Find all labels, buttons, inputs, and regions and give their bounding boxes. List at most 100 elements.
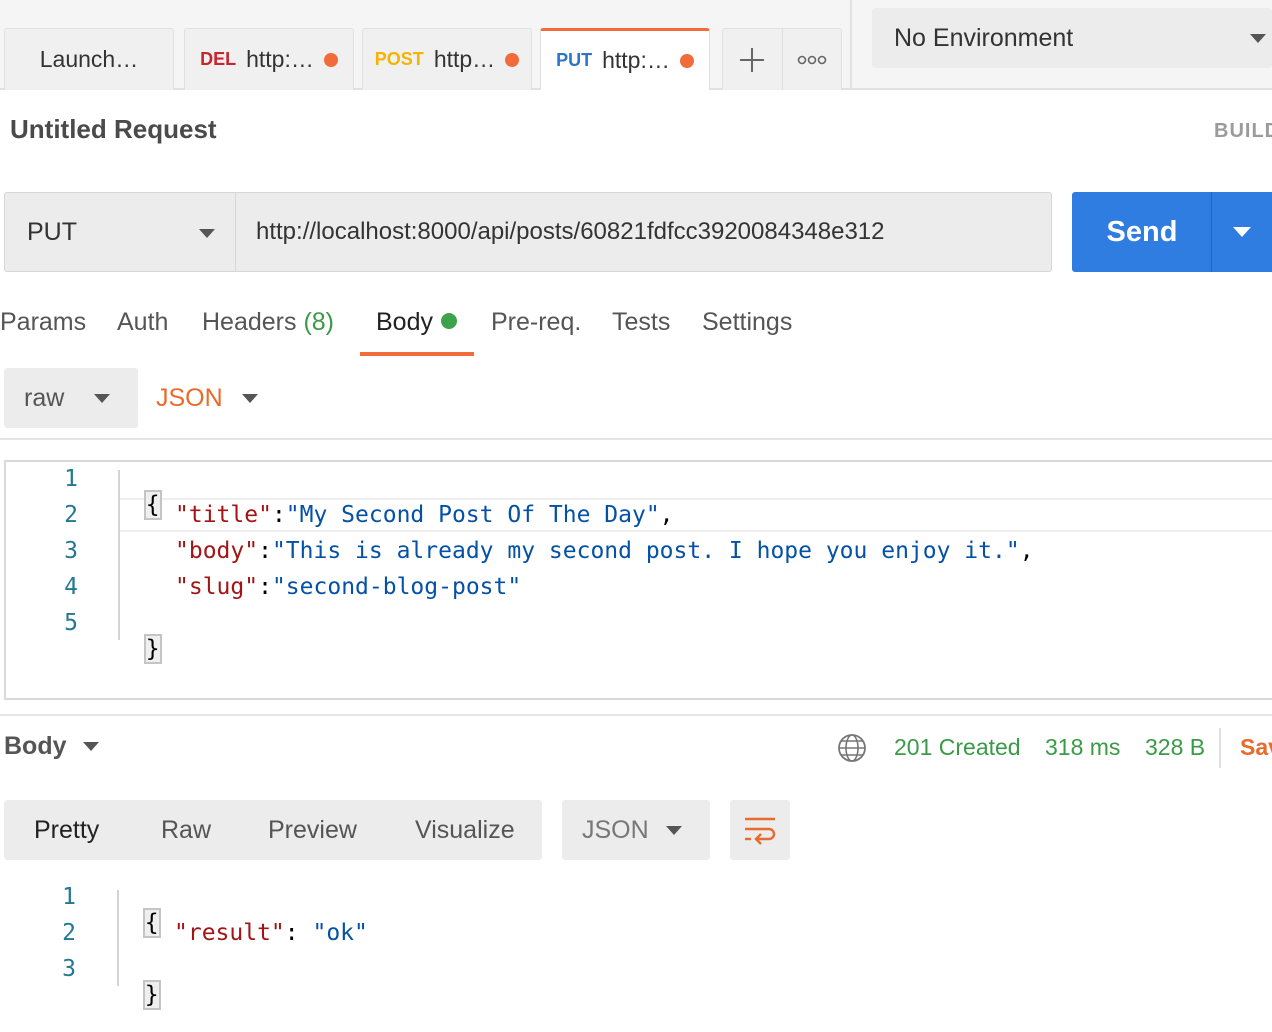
json-brace: } xyxy=(142,980,161,1010)
response-section-select[interactable]: Body xyxy=(4,732,99,761)
tab-body[interactable]: Body xyxy=(376,308,457,337)
line-number: 3 xyxy=(62,956,76,982)
tab-body-label: Body xyxy=(376,308,433,336)
line-number: 4 xyxy=(64,574,78,600)
json-comma: , xyxy=(1019,538,1034,564)
code-line: { xyxy=(118,466,162,520)
tab-launchpad[interactable]: Launch… xyxy=(4,28,174,90)
line-number: 5 xyxy=(64,610,78,636)
code-line: "title":"My Second Post Of The Day", xyxy=(175,502,674,528)
json-colon: : xyxy=(271,502,286,528)
url-input[interactable] xyxy=(235,192,1052,272)
build-mode-toggle[interactable]: BUILD xyxy=(1214,120,1272,143)
request-title[interactable]: Untitled Request xyxy=(10,114,217,145)
tab-delete-request[interactable]: DEL http:… xyxy=(184,28,354,90)
globe-icon[interactable] xyxy=(836,732,868,764)
send-options-button[interactable] xyxy=(1211,192,1272,272)
ellipsis-icon xyxy=(797,55,827,64)
http-method-value: PUT xyxy=(27,217,77,246)
code-line: "slug":"second-blog-post" xyxy=(175,574,521,600)
json-key: "result" xyxy=(174,920,285,946)
chevron-down-icon xyxy=(242,394,258,403)
tab-method-badge: DEL xyxy=(200,49,237,69)
view-pretty[interactable]: Pretty xyxy=(34,800,99,860)
tab-tests[interactable]: Tests xyxy=(612,308,670,337)
plus-icon xyxy=(740,47,765,72)
json-key: "title" xyxy=(175,502,272,528)
response-status[interactable]: 201 Created xyxy=(894,734,1021,761)
chevron-down-icon xyxy=(1233,227,1251,237)
tab-settings[interactable]: Settings xyxy=(702,308,792,337)
tab-title: http… xyxy=(433,46,496,72)
body-present-dot-icon xyxy=(440,313,457,329)
chevron-down-icon xyxy=(94,394,110,403)
more-tabs-button[interactable] xyxy=(781,29,841,90)
json-string: "ok" xyxy=(312,920,368,946)
tab-put-request[interactable]: PUT http:… xyxy=(540,28,710,90)
json-brace: { xyxy=(142,908,161,938)
tab-auth[interactable]: Auth xyxy=(117,308,168,337)
chevron-down-icon xyxy=(82,742,99,751)
json-colon: : xyxy=(284,920,313,946)
json-string: "second-blog-post" xyxy=(271,574,522,600)
code-line: { xyxy=(117,884,161,938)
headers-count-badge: (8) xyxy=(303,308,335,336)
response-separator xyxy=(1219,728,1221,768)
environment-select-value: No Environment xyxy=(894,23,1074,52)
new-tab-button[interactable] xyxy=(723,29,782,90)
wrap-lines-button[interactable] xyxy=(730,800,790,860)
json-comma: , xyxy=(659,502,674,528)
body-mode-value: raw xyxy=(24,383,65,412)
code-line: } xyxy=(118,610,162,664)
json-string: "This is already my second post. I hope … xyxy=(271,538,1020,564)
section-divider xyxy=(0,438,1272,440)
line-number: 2 xyxy=(64,502,78,528)
response-section-label: Body xyxy=(4,732,67,760)
body-format-select[interactable]: JSON xyxy=(156,368,276,428)
view-raw[interactable]: Raw xyxy=(161,800,211,860)
json-colon: : xyxy=(258,538,272,564)
view-visualize[interactable]: Visualize xyxy=(415,800,515,860)
response-size[interactable]: 328 B xyxy=(1145,734,1205,761)
chevron-down-icon xyxy=(1250,34,1266,43)
code-line: } xyxy=(117,956,161,1010)
body-format-value: JSON xyxy=(156,383,223,412)
unsaved-dot-icon xyxy=(505,52,520,67)
unsaved-dot-icon xyxy=(323,52,338,67)
tab-method-badge: PUT xyxy=(556,50,593,70)
body-mode-select[interactable]: raw xyxy=(4,368,138,428)
tab-prerequest[interactable]: Pre-req. xyxy=(491,308,581,337)
json-string: "My Second Post Of The Day" xyxy=(285,502,660,528)
tab-post-request[interactable]: POST http… xyxy=(362,28,532,90)
json-key: "slug" xyxy=(175,574,259,600)
send-button[interactable]: Send xyxy=(1072,192,1212,272)
code-line: "body":"This is already my second post. … xyxy=(175,538,1034,564)
chevron-down-icon xyxy=(666,826,682,835)
response-format-value: JSON xyxy=(582,815,649,844)
line-number: 3 xyxy=(64,538,78,564)
tab-title: http:… xyxy=(246,46,314,72)
response-divider xyxy=(0,714,1272,716)
view-preview[interactable]: Preview xyxy=(268,800,357,860)
tab-title: Launch… xyxy=(39,46,139,72)
tab-headers[interactable]: Headers (8) xyxy=(202,308,334,337)
active-tab-indicator xyxy=(360,352,474,356)
response-format-select[interactable]: JSON xyxy=(562,800,710,860)
environment-select[interactable]: No Environment xyxy=(872,8,1272,68)
http-method-select[interactable]: PUT xyxy=(4,192,236,272)
json-brace: { xyxy=(143,490,162,520)
line-number: 1 xyxy=(62,884,76,910)
json-brace: } xyxy=(143,634,162,664)
tab-tools xyxy=(722,28,842,90)
save-response-button[interactable]: Save xyxy=(1240,734,1272,761)
line-number: 2 xyxy=(62,920,76,946)
response-time[interactable]: 318 ms xyxy=(1045,734,1120,761)
tab-params[interactable]: Params xyxy=(0,308,86,337)
tab-headers-label: Headers xyxy=(202,308,297,336)
code-line: "result": "ok" xyxy=(174,920,368,946)
wrap-lines-icon xyxy=(745,817,776,845)
line-number: 1 xyxy=(64,466,78,492)
json-key: "body" xyxy=(175,538,259,564)
json-colon: : xyxy=(258,574,272,600)
tab-title: http:… xyxy=(602,47,670,73)
